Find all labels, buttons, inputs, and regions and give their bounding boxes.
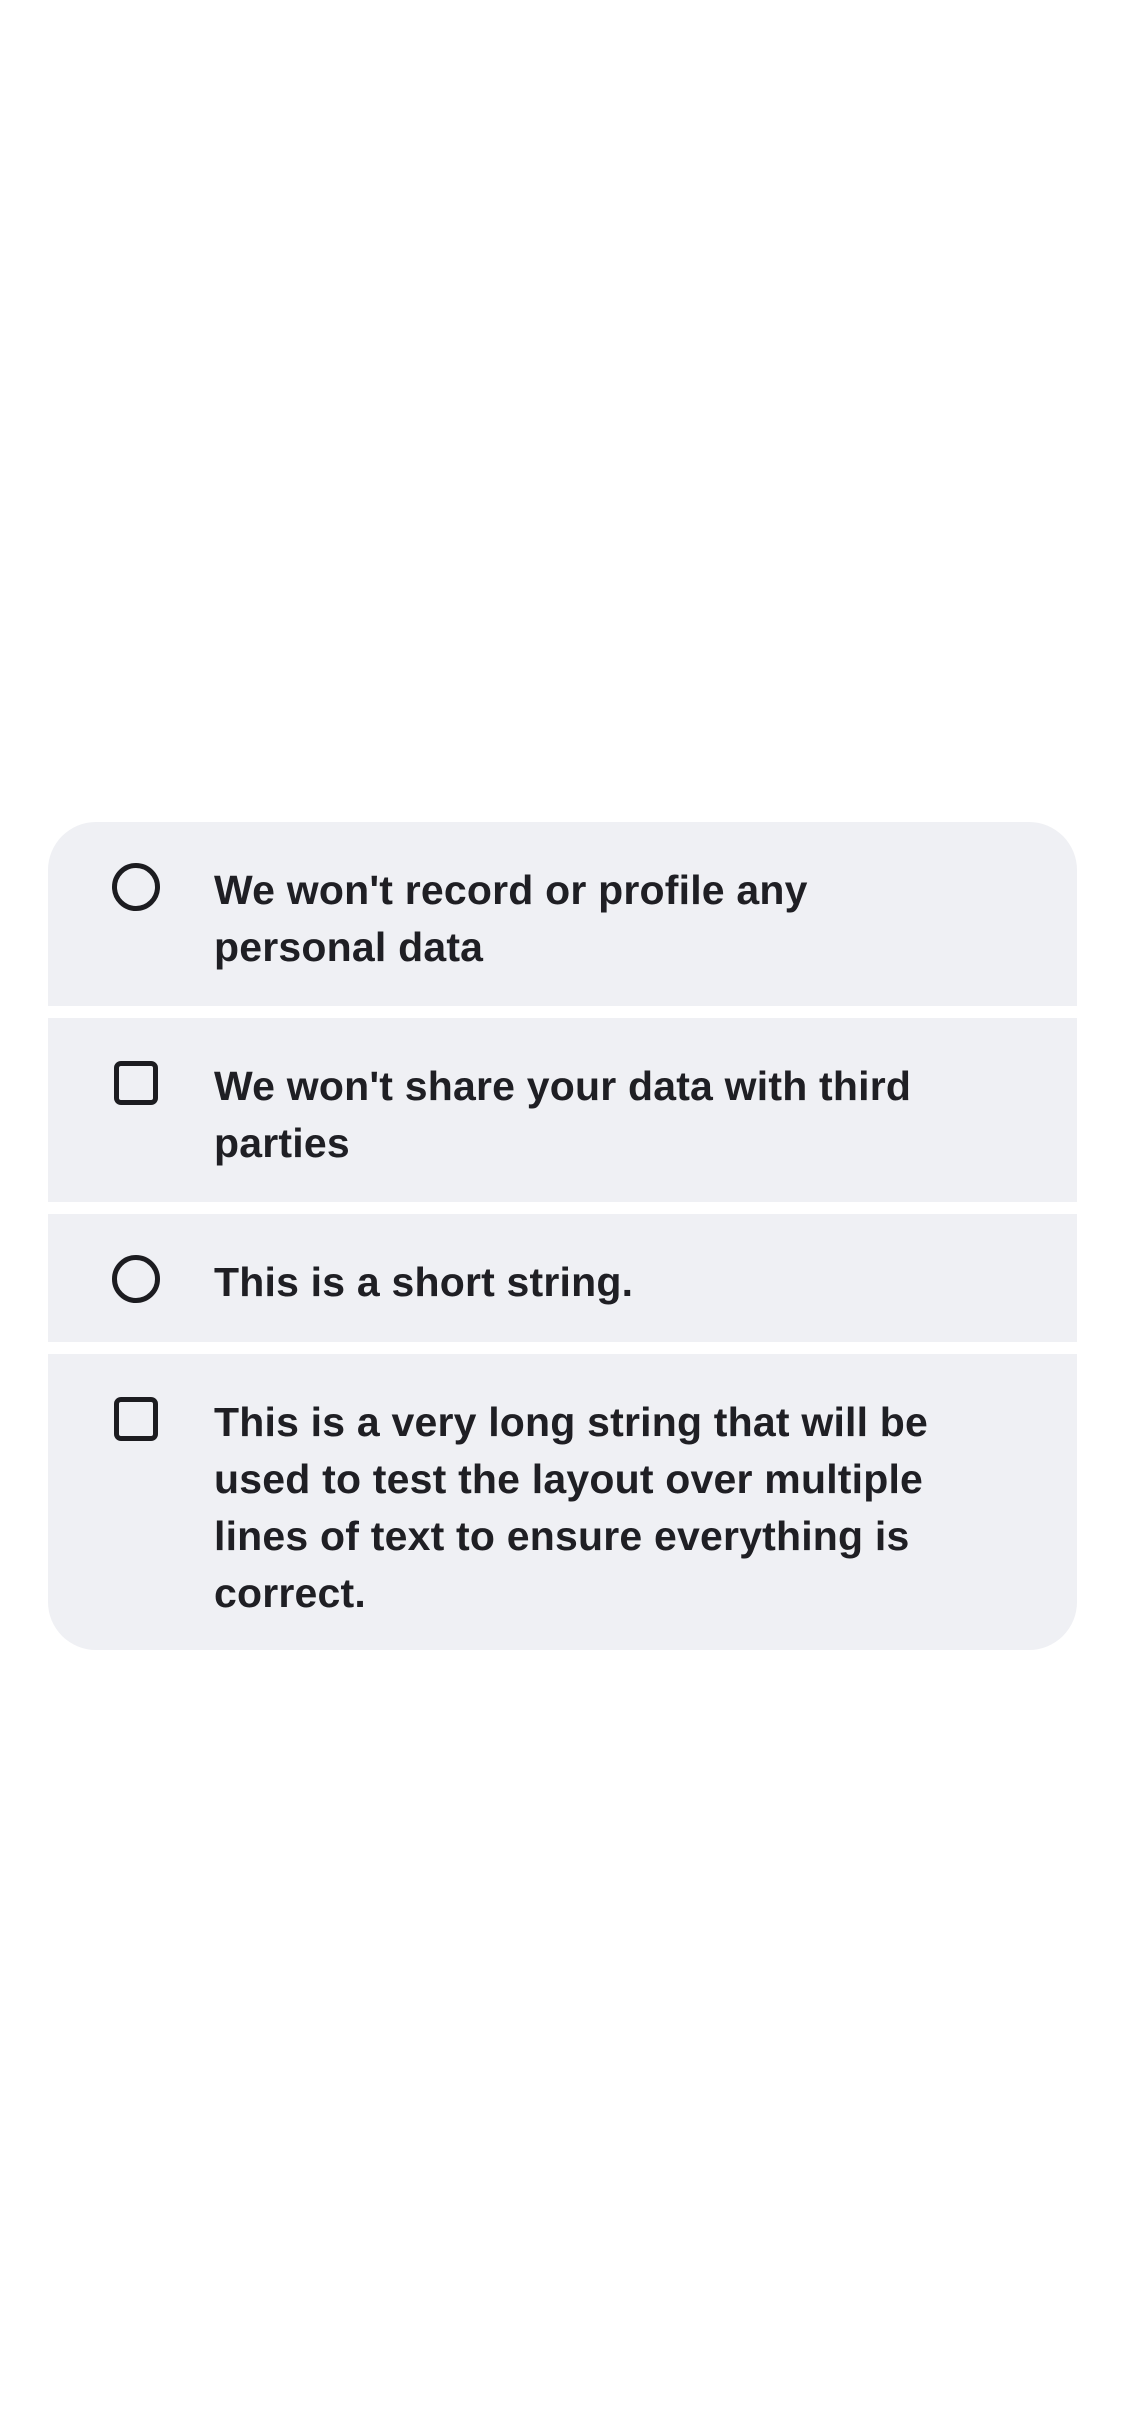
radio-circle-icon[interactable] [112,1255,160,1303]
option-label: This is a short string. [214,1259,634,1305]
option-label: We won't record or profile any personal … [214,867,808,970]
option-item-record-profile[interactable]: We won't record or profile any personal … [48,822,1077,1006]
radio-circle-icon[interactable] [112,863,160,911]
options-list: We won't record or profile any personal … [48,822,1077,1650]
option-item-share-data[interactable]: We won't share your data with third part… [48,1018,1077,1202]
option-label: We won't share your data with third part… [214,1063,912,1166]
option-item-long-string[interactable]: This is a very long string that will be … [48,1354,1077,1650]
checkbox-square-icon[interactable] [114,1061,158,1105]
option-label: This is a very long string that will be … [214,1399,929,1616]
option-item-short-string[interactable]: This is a short string. [48,1214,1077,1342]
checkbox-square-icon[interactable] [114,1397,158,1441]
